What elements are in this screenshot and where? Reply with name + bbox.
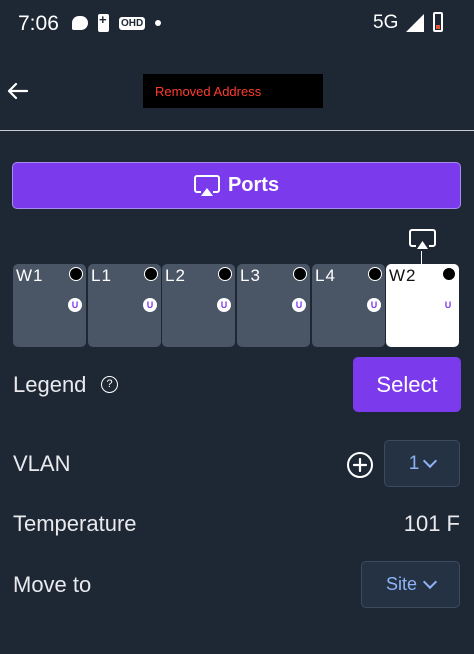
- move-to-label: Move to: [13, 572, 92, 597]
- untagged-badge: U: [367, 298, 381, 312]
- airplay-marker-icon: [409, 229, 436, 249]
- port-status-dot: [144, 267, 158, 281]
- help-icon[interactable]: ?: [101, 376, 118, 393]
- untagged-badge: U: [143, 298, 157, 312]
- port-label: W2: [389, 266, 417, 285]
- port-label: L3: [240, 266, 261, 285]
- battery-saver-icon: [98, 12, 109, 32]
- status-icons: OHD: [72, 12, 162, 32]
- site-dropdown[interactable]: Site: [361, 561, 460, 608]
- port-tile-w2[interactable]: W2 U: [386, 264, 459, 347]
- status-time: 7:06: [18, 12, 59, 35]
- port-label: L2: [165, 266, 186, 285]
- vlan-dropdown[interactable]: 1: [384, 440, 460, 487]
- chat-bubble-icon: [72, 16, 88, 30]
- ports-button[interactable]: Ports: [12, 162, 461, 209]
- port-status-dot: [442, 267, 456, 281]
- port-label: L4: [315, 266, 336, 285]
- vlan-value: 1: [408, 452, 420, 474]
- notification-dot-icon: [155, 20, 162, 26]
- temperature-value: 101 F: [403, 511, 460, 536]
- network-type: 5G: [373, 12, 399, 33]
- battery-icon: [433, 12, 443, 32]
- legend-label: Legend: [13, 372, 87, 397]
- port-tile-l1[interactable]: L1 U: [88, 264, 161, 347]
- add-vlan-button[interactable]: [347, 452, 373, 478]
- ports-button-label: Ports: [227, 174, 280, 196]
- port-status-dot: [293, 267, 307, 281]
- vlan-label: VLAN: [13, 451, 71, 476]
- port-tile-w1[interactable]: W1 U: [13, 264, 86, 347]
- port-tile-l3[interactable]: L3 U: [237, 264, 310, 347]
- header-divider: [0, 130, 474, 131]
- chevron-down-icon: [422, 574, 438, 590]
- chevron-down-icon: [423, 453, 438, 469]
- airplay-icon: [193, 174, 220, 196]
- port-label: L1: [91, 266, 112, 285]
- signal-icon: [406, 14, 424, 32]
- untagged-badge: U: [292, 298, 306, 312]
- port-tile-l2[interactable]: L2 U: [162, 264, 235, 347]
- untagged-badge: U: [217, 298, 231, 312]
- port-status-dot: [368, 267, 382, 281]
- back-button[interactable]: [2, 76, 32, 106]
- untagged-badge: U: [68, 298, 82, 312]
- site-value: Site: [385, 574, 418, 594]
- select-button[interactable]: Select: [353, 357, 461, 412]
- temperature-label: Temperature: [13, 511, 137, 536]
- plus-icon: [353, 458, 367, 472]
- ohd-icon: OHD: [119, 16, 146, 30]
- back-arrow-icon: [7, 82, 28, 100]
- port-status-dot: [69, 267, 83, 281]
- port-status-dot: [218, 267, 232, 281]
- port-tile-l4[interactable]: L4 U: [312, 264, 385, 347]
- marker-connector: [421, 251, 422, 265]
- untagged-badge: U: [444, 300, 452, 310]
- address-title: Removed Address: [143, 74, 323, 108]
- port-label: W1: [16, 266, 44, 285]
